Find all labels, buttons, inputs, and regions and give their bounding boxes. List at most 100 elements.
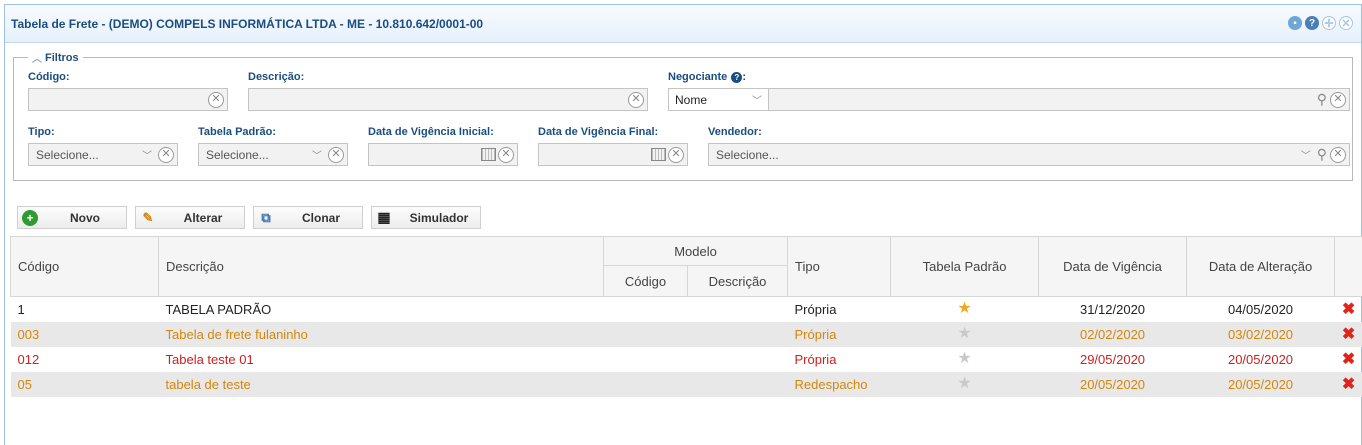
star-empty-icon[interactable]: ★: [957, 325, 971, 342]
cell-codigo: 1: [17, 301, 25, 317]
tabela-padrao-select[interactable]: Selecione... ﹀ ✕: [198, 143, 348, 166]
delete-icon[interactable]: ✖: [1342, 351, 1355, 368]
chevron-down-icon: ﹀: [1300, 151, 1311, 162]
header-modelo-descricao[interactable]: Descrição: [686, 265, 789, 297]
cell-descricao: TABELA PADRÃO: [165, 301, 272, 317]
negociante-input[interactable]: ⚲ ✕: [768, 88, 1350, 111]
header-data-alteracao[interactable]: Data de Alteração: [1186, 236, 1336, 297]
cell-modelo-codigo: [603, 371, 688, 397]
maximize-icon[interactable]: ✛: [1322, 16, 1336, 30]
clonar-button[interactable]: ⧉ Clonar: [253, 206, 363, 229]
collapse-chevron-icon[interactable]: ︿: [32, 50, 42, 65]
cell-modelo-codigo: [604, 297, 688, 322]
descricao-label: Descrição:: [248, 71, 305, 83]
cell-tipo: Própria: [794, 351, 837, 367]
help-icon[interactable]: ?: [1305, 16, 1319, 30]
header-tipo[interactable]: Tipo: [787, 236, 892, 297]
cell-vigencia: 20/05/2020: [1038, 371, 1187, 397]
novo-button[interactable]: + Novo: [17, 206, 127, 229]
table-row[interactable]: 003 Tabela de frete fulaninho Própria ★ 02/0…: [10, 321, 1362, 347]
clear-icon[interactable]: ✕: [158, 146, 174, 163]
delete-icon[interactable]: ✖: [1342, 376, 1355, 393]
calculator-icon: ▦: [377, 209, 391, 225]
header-data-vigencia[interactable]: Data de Vigência: [1038, 236, 1188, 297]
clear-icon[interactable]: ✕: [628, 91, 644, 108]
header-modelo-codigo[interactable]: Código: [603, 265, 688, 297]
vendedor-select[interactable]: Selecione... ﹀ ⚲ ✕: [708, 143, 1350, 166]
clear-icon[interactable]: ✕: [208, 91, 224, 108]
add-icon: +: [22, 209, 38, 226]
cell-action: ✖: [1335, 347, 1362, 372]
clear-icon[interactable]: ✕: [328, 146, 344, 163]
delete-icon[interactable]: ✖: [1342, 301, 1355, 318]
negociante-label: Negociante ?:: [668, 71, 747, 83]
cell-tipo: Própria: [787, 321, 891, 347]
filters-legend[interactable]: ︿ Filtros: [28, 50, 83, 65]
cell-modelo-codigo: [604, 347, 688, 372]
cell-padrao: ★: [890, 321, 1039, 347]
cell-descricao: Tabela teste 01: [165, 351, 254, 367]
star-empty-icon[interactable]: ★: [957, 350, 971, 367]
window-title: Tabela de Frete - (DEMO) COMPELS INFORMÁ…: [11, 16, 484, 31]
table-row[interactable]: 05 tabela de teste Redespacho ★ 20/05/2020 20…: [10, 371, 1362, 397]
search-icon[interactable]: ⚲: [1317, 91, 1327, 108]
cell-action: ✖: [1335, 297, 1362, 322]
cell-tipo: Redespacho: [787, 371, 891, 397]
cell-descricao: tabela de teste: [158, 371, 604, 397]
header-tabela-padrao[interactable]: Tabela Padrão: [890, 236, 1040, 297]
header-codigo[interactable]: Código: [10, 236, 159, 297]
chevron-down-icon: ﹀: [142, 151, 152, 162]
cell-padrao: ★: [891, 297, 1039, 322]
clear-icon[interactable]: ✕: [1330, 91, 1346, 108]
cell-alteracao: 04/05/2020: [1227, 301, 1294, 317]
cell-vigencia: 29/05/2020: [1079, 351, 1146, 367]
header-actions: [1334, 236, 1362, 297]
chevron-down-icon: ﹀: [752, 96, 762, 107]
cell-action: ✖: [1334, 321, 1362, 347]
star-filled-icon[interactable]: ★: [957, 300, 971, 317]
cell-vigencia: 31/12/2020: [1079, 301, 1146, 317]
help-icon[interactable]: ?: [731, 72, 743, 83]
cell-alteracao: 20/05/2020: [1186, 371, 1335, 397]
tipo-select[interactable]: Selecione... ﹀ ✕: [28, 143, 178, 166]
cell-codigo: 003: [10, 321, 159, 347]
codigo-input[interactable]: ✕: [28, 88, 228, 111]
calendar-icon[interactable]: [481, 148, 496, 161]
search-icon[interactable]: ⚲: [1317, 146, 1327, 163]
cell-codigo: 05: [10, 371, 159, 397]
clear-icon[interactable]: ✕: [1330, 146, 1346, 163]
cell-modelo-descricao: [687, 371, 788, 397]
vigencia-final-label: Data de Vigência Final:: [538, 126, 659, 138]
filters-legend-label: Filtros: [45, 51, 79, 64]
descricao-input[interactable]: ✕: [248, 88, 648, 111]
negociante-type-select[interactable]: Nome ﹀: [668, 88, 769, 111]
simulador-button[interactable]: ▦ Simulador: [371, 206, 481, 229]
calendar-icon[interactable]: [651, 148, 666, 161]
alterar-button[interactable]: ✎ Alterar: [135, 206, 245, 229]
vigencia-final-input[interactable]: ✕: [538, 143, 688, 166]
cell-modelo-descricao: [688, 297, 788, 322]
table-body: 1 TABELA PADRÃO Própria ★ 31/12/2020 04/05/20…: [10, 297, 1362, 397]
close-icon[interactable]: ✕: [1339, 16, 1353, 30]
negociante-type-value: Nome: [675, 92, 708, 107]
window-titlebar: Tabela de Frete - (DEMO) COMPELS INFORMÁ…: [5, 5, 1361, 43]
cell-codigo: 012: [17, 351, 40, 367]
clear-icon[interactable]: ✕: [668, 146, 684, 163]
freight-table: Código Descrição Modelo Tipo Tabela Padr…: [10, 236, 1362, 397]
clear-icon[interactable]: ✕: [498, 146, 514, 163]
header-descricao[interactable]: Descrição: [158, 236, 604, 297]
table-row[interactable]: 1 TABELA PADRÃO Própria ★ 31/12/2020 04/05/20…: [11, 297, 1362, 322]
cell-tipo: Própria: [794, 301, 837, 317]
star-empty-icon[interactable]: ★: [957, 375, 971, 392]
codigo-label: Código:: [28, 71, 70, 83]
minimize-icon[interactable]: ▪: [1288, 16, 1302, 30]
window-controls: ▪ ? ✛ ✕: [1288, 16, 1353, 30]
delete-icon[interactable]: ✖: [1342, 326, 1355, 343]
vigencia-inicial-input[interactable]: ✕: [368, 143, 518, 166]
chevron-down-icon: ﹀: [312, 151, 322, 162]
cell-modelo-codigo: [603, 321, 688, 347]
cell-alteracao: 20/05/2020: [1227, 351, 1294, 367]
freight-table-window: Tabela de Frete - (DEMO) COMPELS INFORMÁ…: [4, 4, 1362, 445]
table-row[interactable]: 012 Tabela teste 01 Própria ★ 29/05/2020 20/0…: [11, 347, 1362, 372]
clone-icon: ⧉: [261, 209, 271, 225]
